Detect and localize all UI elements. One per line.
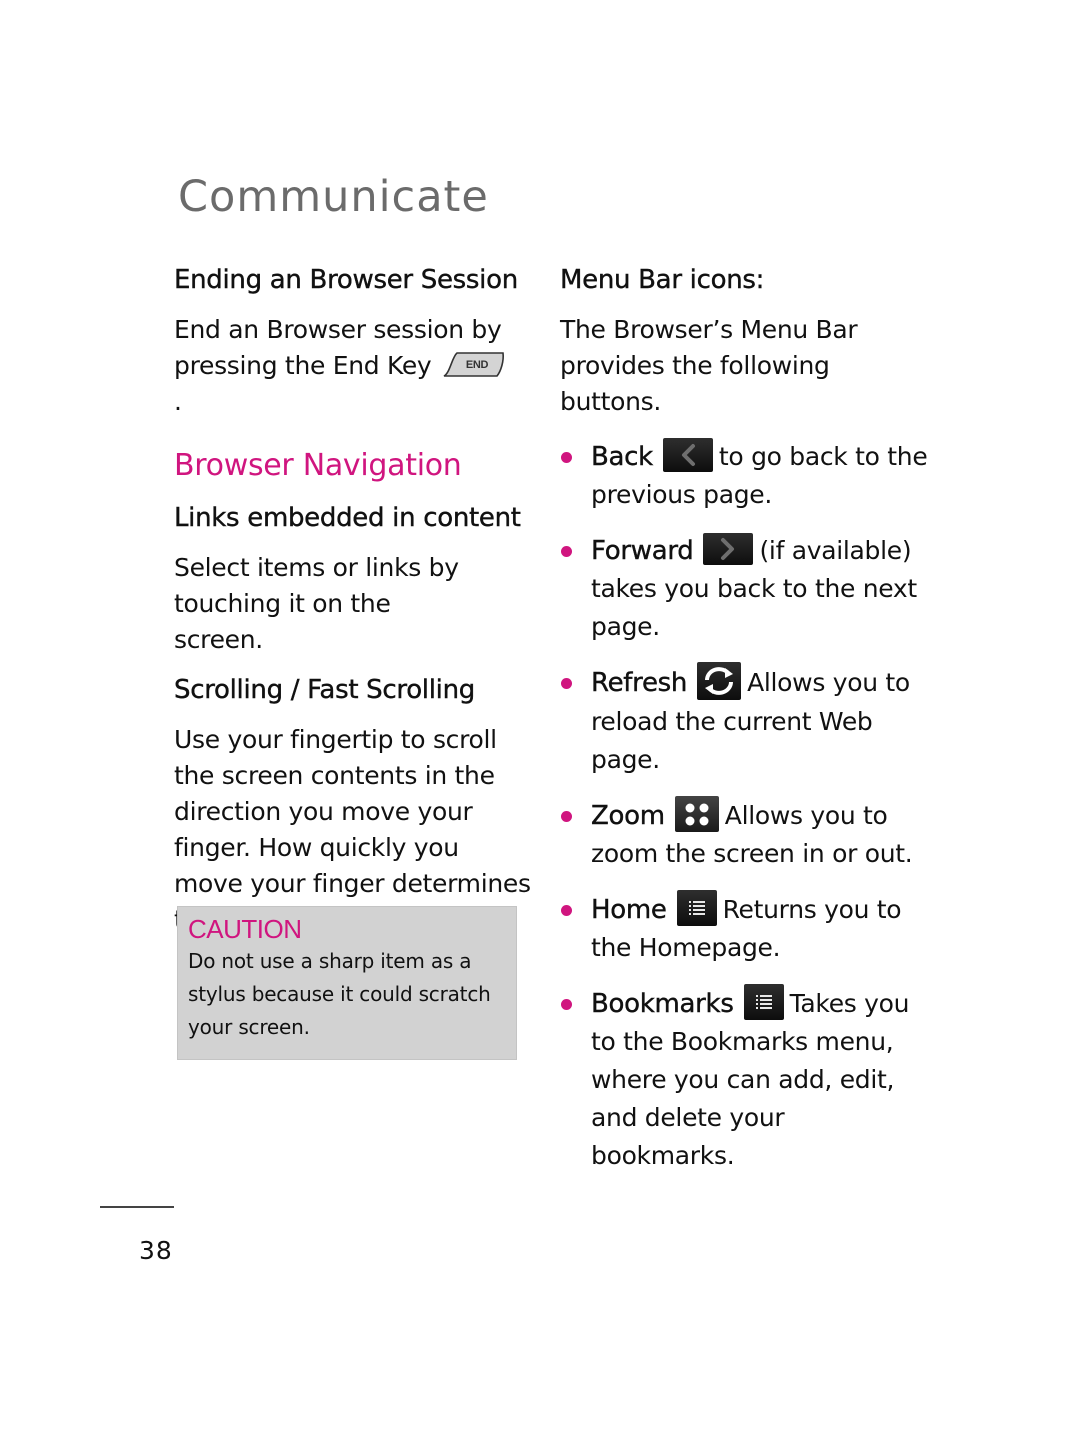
caution-text: Do not use a sharp item as a stylus beca… xyxy=(188,949,491,1039)
back-arrow-icon xyxy=(662,438,713,472)
ending-session-heading: Ending an Browser Session xyxy=(174,265,519,295)
menu-item-label: Back xyxy=(591,442,654,472)
refresh-icon xyxy=(697,662,742,700)
ending-session-text: End an Browser session by pressing the E… xyxy=(174,312,514,420)
menu-bar-intro: The Browser’s Menu Bar provides the foll… xyxy=(560,315,858,416)
page-number: 38 xyxy=(139,1236,173,1265)
bookmarks-list-icon xyxy=(743,984,784,1020)
menu-item-label: Home xyxy=(591,895,667,925)
footer-rule xyxy=(100,1206,174,1208)
menu-bar-heading: Menu Bar icons: xyxy=(560,265,765,295)
bullet-icon xyxy=(561,546,572,557)
menu-item-zoom: Zoom Allows you to zoom the screen in or … xyxy=(560,796,930,873)
links-heading: Links embedded in content xyxy=(174,503,521,533)
bullet-icon xyxy=(561,811,572,822)
end-key-label: END xyxy=(466,359,489,371)
end-key-icon: END xyxy=(441,351,505,377)
bullet-icon xyxy=(561,678,572,689)
caution-title: CAUTION xyxy=(188,914,302,944)
menu-item-label: Bookmarks xyxy=(591,989,734,1019)
menu-item-bookmarks: Bookmarks Takes you to the Bookmarks menu… xyxy=(560,984,930,1175)
left-column: Ending an Browser Session End an Browser… xyxy=(174,262,534,938)
menu-item-back: Back to go back to the previous page. xyxy=(560,438,930,514)
browser-navigation-heading: Browser Navigation xyxy=(174,448,462,483)
bullet-icon xyxy=(561,452,572,463)
right-column: Menu Bar icons: The Browser’s Menu Bar p… xyxy=(560,262,930,1175)
menu-item-label: Forward xyxy=(591,536,694,566)
links-text: Select items or links by touching it on … xyxy=(174,553,459,654)
menu-item-home: Home Returns you to the Homepage. xyxy=(560,890,930,967)
menu-item-label: Refresh xyxy=(591,668,688,698)
caution-box: CAUTION Do not use a sharp item as a sty… xyxy=(177,906,517,1060)
home-list-icon xyxy=(676,890,717,926)
menu-item-forward: Forward (if available) takes you back to … xyxy=(560,532,930,646)
menu-bar-items: Back to go back to the previous page. For… xyxy=(560,438,930,1175)
menu-item-refresh: Refresh Allows you to reload the current … xyxy=(560,662,930,779)
scrolling-heading: Scrolling / Fast Scrolling xyxy=(174,675,476,705)
bullet-icon xyxy=(561,905,572,916)
forward-arrow-icon xyxy=(703,533,754,565)
menu-item-label: Zoom xyxy=(591,801,665,831)
bullet-icon xyxy=(561,999,572,1010)
zoom-grid-icon xyxy=(674,796,719,832)
ending-session-text-after: . xyxy=(174,387,182,416)
page-title: Communicate xyxy=(178,172,489,222)
